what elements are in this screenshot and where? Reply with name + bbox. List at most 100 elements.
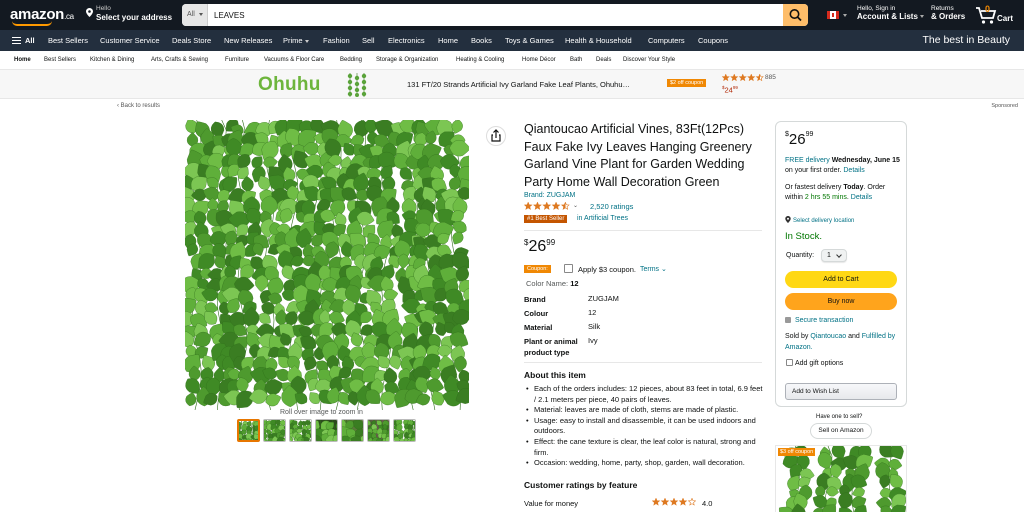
fastest-details-link[interactable]: Details [851,194,872,201]
delivery-info: FREE delivery Wednesday, June 15 on your… [785,156,901,177]
search-category-dropdown[interactable]: All [182,4,208,26]
subnav-item-vacuums[interactable]: Vacuums & Floor Care [264,57,324,63]
subnav-item-heating[interactable]: Heating & Cooling [456,57,504,63]
nav-item-home[interactable]: Home [438,36,458,45]
ad-brand-logo: Ohuhu [258,74,321,95]
subnav-item-home[interactable]: Home [14,57,31,63]
coupon-terms-label: Terms [640,266,660,273]
nav-item-customer-service[interactable]: Customer Service [100,36,160,45]
nav-item-best-sellers[interactable]: Best Sellers [48,36,88,45]
delivery-suffix: on your first order. [785,167,842,175]
nav-item-books[interactable]: Books [471,36,492,45]
image-thumbnail[interactable] [393,419,416,442]
customer-ratings-heading: Customer ratings by feature [524,480,638,490]
buy-now-button[interactable]: Buy now [785,293,897,310]
nav-item-toys-games[interactable]: Toys & Games [505,36,554,45]
quantity-select[interactable]: 1 [821,249,847,262]
cart-button[interactable]: 0 Cart [975,4,1021,26]
gift-options-checkbox[interactable] [786,359,793,366]
delivery-details-link[interactable]: Details [843,167,864,174]
nav-item-computers[interactable]: Computers [648,36,685,45]
image-thumbnail[interactable] [315,419,338,442]
best-seller-category-link[interactable]: in Artificial Trees [577,215,628,222]
subnav-item-kitchen-dining[interactable]: Kitchen & Dining [90,57,134,63]
add-to-cart-button[interactable]: Add to Cart [785,271,897,288]
nav-item-sell[interactable]: Sell [362,36,375,45]
thumbnail-image [342,420,363,441]
best-seller-badge[interactable]: #1 Best Seller [524,215,568,223]
nav-promo-beauty[interactable]: The best in Beauty [922,34,1010,46]
product-price: $2699 [524,238,555,256]
quantity-label: Quantity: [786,252,815,259]
subnav-item-furniture[interactable]: Furniture [225,57,249,63]
image-thumbnail[interactable] [237,419,260,442]
image-thumbnail[interactable] [263,419,286,442]
delivery-location-link[interactable]: Select delivery location [785,216,854,224]
buy-box: $2699 FREE delivery Wednesday, June 15 o… [775,121,907,407]
product-main-image[interactable] [185,120,469,410]
color-name: Color Name: 12 [526,279,579,288]
seller-link[interactable]: Qiantoucao [810,333,846,340]
secure-transaction-link[interactable]: Secure transaction [785,317,853,324]
free-delivery-link[interactable]: FREE delivery [785,157,830,164]
chevron-down-icon [304,39,309,43]
subnav-item-bath[interactable]: Bath [570,57,582,63]
back-to-results-link[interactable]: ‹ Back to results [117,103,160,109]
brand-link[interactable]: Brand: ZUGJAM [524,192,575,199]
side-ad-coupon-badge: $3 off coupon [778,448,816,456]
nav-item-fashion[interactable]: Fashion [323,36,350,45]
subnav-item-storage[interactable]: Storage & Organization [376,57,438,63]
lock-icon [785,317,791,323]
nav-item-new-releases[interactable]: New Releases [224,36,272,45]
nav-item-coupons[interactable]: Coupons [698,36,728,45]
search-input[interactable] [210,4,780,26]
subnav-item-bedding[interactable]: Bedding [340,57,362,63]
image-thumbnail[interactable] [341,419,364,442]
star-icon [669,498,679,506]
ad-price: $2499 [722,85,738,95]
account-lists-label: Account & Lists [857,12,918,21]
nav-item-health-household[interactable]: Health & Household [565,36,632,45]
share-button[interactable] [486,126,506,146]
coupon-text: Apply $3 coupon. [578,265,636,274]
gift-options-label: Add gift options [795,360,844,367]
subnav-item-home-decor[interactable]: Home Décor [522,57,556,63]
side-sponsored-ad[interactable]: $3 off coupon [775,445,907,512]
nav-all[interactable]: All [25,36,35,45]
star-icon [755,74,764,82]
about-item: Material: leaves are made of cloth, stem… [524,405,764,416]
search-button[interactable] [783,4,808,26]
address-hello: Hello [96,5,111,12]
nav-item-deals-store[interactable]: Deals Store [172,36,211,45]
account-lists-menu[interactable]: Hello, Sign in Account & Lists [857,5,924,21]
subnav-item-deals[interactable]: Deals [596,57,611,63]
chevron-down-icon [836,252,842,258]
add-to-wish-list-button[interactable]: Add to Wish List [785,383,897,400]
coupon-checkbox[interactable] [564,264,573,273]
subnav-item-discover-style[interactable]: Discover Your Style [623,57,675,63]
have-one-to-sell: Have one to sell? [816,414,863,420]
sponsored-ad-banner[interactable]: Ohuhu 131 FT/20 Strands Artificial Ivy G… [0,70,1024,99]
nav-item-electronics[interactable]: Electronics [388,36,425,45]
star-icon [678,498,688,506]
nav-prime-label: Prime [283,36,303,45]
thumbnail-image [368,420,389,441]
address-select: Select your address [96,13,173,22]
thumbnail-image [264,420,285,441]
sell-on-amazon-button[interactable]: Sell on Amazon [810,423,872,439]
image-thumbnail[interactable] [289,419,312,442]
hamburger-menu-icon[interactable] [12,37,21,44]
image-thumbnail[interactable] [367,419,390,442]
price-whole: 26 [528,238,547,255]
ratings-count-link[interactable]: 2,520 ratings [590,202,633,211]
price-fraction: 99 [546,238,556,247]
returns-orders-link[interactable]: Returns & Orders [931,5,965,21]
coupon-terms-link[interactable]: Terms ⌄ [640,265,667,273]
canada-flag-icon[interactable] [827,11,839,19]
gift-options[interactable]: Add gift options [786,359,843,367]
subnav-item-arts-crafts[interactable]: Arts, Crafts & Sewing [151,57,208,63]
nav-item-prime[interactable]: Prime [283,36,309,45]
star-icon [722,74,730,82]
subnav-item-best-sellers[interactable]: Best Sellers [44,57,76,63]
search-icon [789,9,802,22]
